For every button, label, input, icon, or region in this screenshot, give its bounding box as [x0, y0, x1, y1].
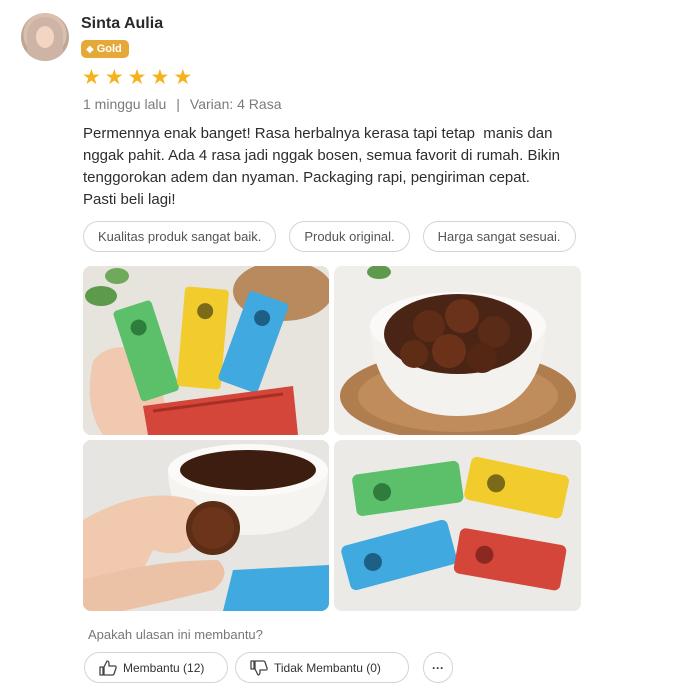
review-line: tenggorokan adem dan nyaman. Packaging r… — [83, 169, 530, 186]
badge-label: Gold — [96, 43, 122, 55]
thumbs-down-icon — [250, 659, 268, 676]
review-tags: Kualitas produk sangat baik. Produk orig… — [83, 221, 576, 252]
avatar — [21, 13, 69, 61]
review-text: Permennya enak banget! Rasa herbalnya ke… — [83, 123, 593, 211]
helpful-label: Membantu (12) — [123, 660, 205, 675]
not-helpful-button[interactable]: Tidak Membantu (0) — [235, 652, 409, 683]
meta-separator: | — [176, 96, 180, 112]
review-photo-4[interactable] — [334, 440, 581, 611]
review-line: Pasti beli lagi! — [83, 191, 176, 208]
tag-chip[interactable]: Harga sangat sesuai. — [422, 221, 576, 252]
review-photo-2[interactable] — [334, 266, 581, 435]
helpful-button[interactable]: Membantu (12) — [84, 652, 228, 683]
star-icon: ★ — [127, 66, 147, 89]
more-options-button[interactable]: ··· — [423, 652, 453, 683]
review-photo-3[interactable] — [83, 440, 329, 611]
reviewer-name: Sinta Aulia — [81, 15, 164, 32]
star-icon: ★ — [173, 66, 193, 89]
rating-stars: ★ ★ ★ ★ ★ — [82, 67, 192, 88]
not-helpful-label: Tidak Membantu (0) — [274, 660, 381, 675]
star-icon: ★ — [82, 66, 101, 89]
diamond-icon: ◆ — [86, 43, 94, 55]
review-photo-1[interactable] — [83, 266, 329, 435]
review-meta: 1 minggu lalu | Varian: 4 Rasa — [83, 96, 282, 112]
tag-chip[interactable]: Kualitas produk sangat baik. — [83, 221, 277, 252]
review-variant: Varian: 4 Rasa — [189, 96, 282, 112]
star-icon: ★ — [104, 66, 124, 89]
star-icon: ★ — [150, 66, 170, 89]
tag-chip[interactable]: Produk original. — [289, 221, 410, 252]
review-line: nggak pahit. Ada 4 rasa jadi nggak bosen… — [83, 147, 560, 164]
helpful-question: Apakah ulasan ini membantu? — [88, 627, 263, 642]
status-badge: ◆ Gold — [81, 40, 129, 58]
thumbs-up-icon — [99, 659, 117, 676]
review-time: 1 minggu lalu — [83, 96, 167, 112]
review-line: Permennya enak banget! Rasa herbalnya ke… — [83, 125, 553, 142]
